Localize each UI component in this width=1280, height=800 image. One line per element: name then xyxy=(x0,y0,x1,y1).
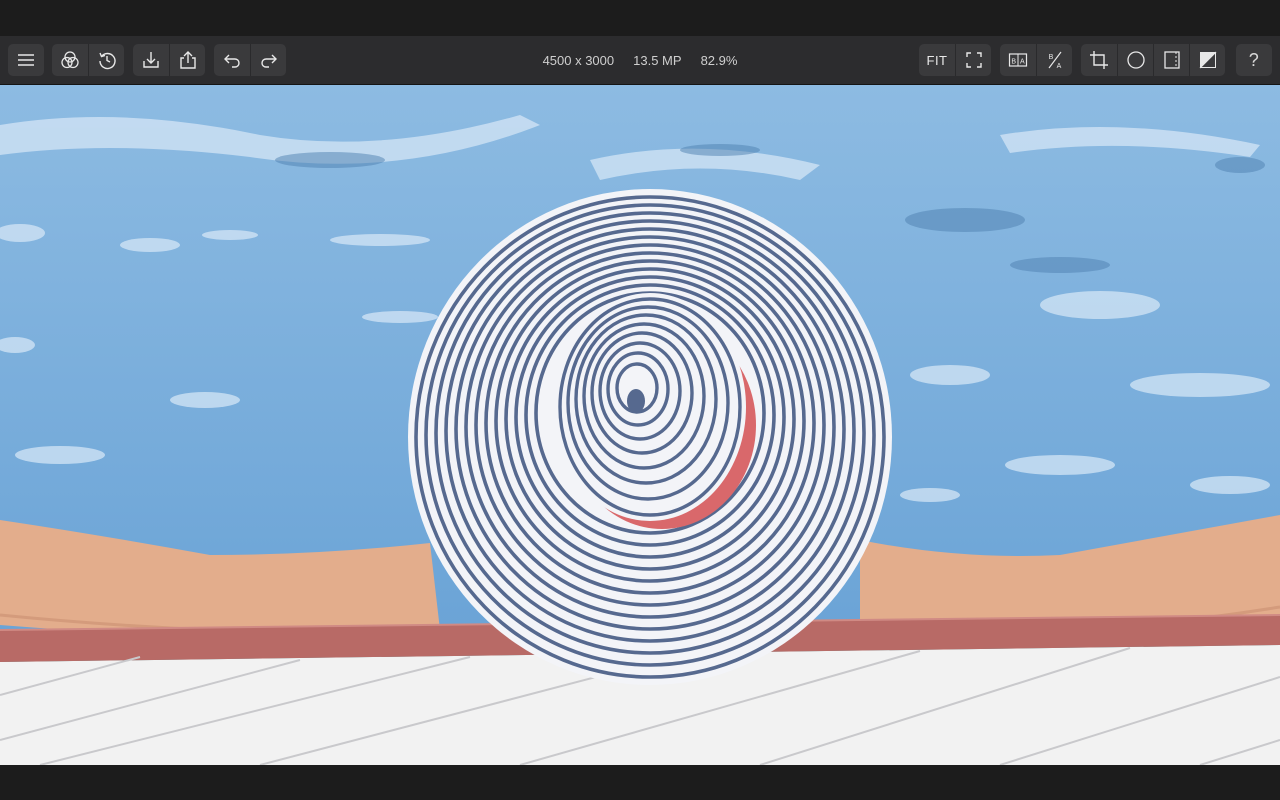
help-button[interactable]: ? xyxy=(1236,44,1272,76)
svg-text:A: A xyxy=(1056,63,1061,70)
import-button[interactable] xyxy=(133,44,169,76)
photo-canvas[interactable] xyxy=(0,85,1280,765)
menu-button[interactable] xyxy=(8,44,44,76)
menu-group xyxy=(8,44,44,76)
filters-history-group xyxy=(52,44,124,76)
undo-button[interactable] xyxy=(214,44,250,76)
undo-icon xyxy=(224,54,240,68)
overlay-button[interactable] xyxy=(1189,44,1225,76)
frame-icon xyxy=(1163,51,1180,69)
fullscreen-button[interactable] xyxy=(955,44,991,76)
tools-group xyxy=(1081,44,1225,76)
split-compare-button[interactable]: BA xyxy=(1036,44,1072,76)
before-after-button[interactable]: BA xyxy=(1000,44,1036,76)
import-export-group xyxy=(133,44,205,76)
vignette-button[interactable] xyxy=(1117,44,1153,76)
frame-button[interactable] xyxy=(1153,44,1189,76)
export-button[interactable] xyxy=(169,44,205,76)
zoom-level: 82.9% xyxy=(700,53,738,68)
import-icon xyxy=(143,52,159,68)
image-dimensions: 4500 x 3000 xyxy=(542,53,615,68)
split-compare-icon: BA xyxy=(1048,51,1061,70)
hat-top-center xyxy=(627,389,645,413)
fit-button[interactable]: FIT xyxy=(919,44,955,76)
redo-button[interactable] xyxy=(250,44,286,76)
view-group: FIT xyxy=(919,44,991,76)
compare-group: BA BA xyxy=(1000,44,1072,76)
history-button[interactable] xyxy=(88,44,124,76)
help-group: ? xyxy=(1236,44,1272,76)
image-megapixels: 13.5 MP xyxy=(633,53,682,68)
photo-image xyxy=(0,85,1280,765)
redo-icon xyxy=(260,54,277,68)
svg-text:B: B xyxy=(1011,58,1016,65)
overlay-icon xyxy=(1199,51,1216,69)
before-after-icon: BA xyxy=(1008,53,1028,67)
vignette-icon xyxy=(1126,51,1145,69)
editor-toolbar: 4500 x 3000 13.5 MP 82.9% FIT BA BA ? xyxy=(0,36,1280,85)
menu-icon xyxy=(18,54,34,66)
fullscreen-icon xyxy=(965,52,982,68)
undo-redo-group xyxy=(214,44,286,76)
svg-text:A: A xyxy=(1020,58,1025,65)
crop-icon xyxy=(1090,51,1108,69)
filters-button[interactable] xyxy=(52,44,88,76)
svg-text:B: B xyxy=(1048,54,1053,61)
window-bottom-strip xyxy=(0,765,1280,800)
export-icon xyxy=(179,51,196,69)
crop-button[interactable] xyxy=(1081,44,1117,76)
history-icon xyxy=(98,52,116,70)
filters-icon xyxy=(61,51,79,69)
window-top-strip xyxy=(0,0,1280,36)
